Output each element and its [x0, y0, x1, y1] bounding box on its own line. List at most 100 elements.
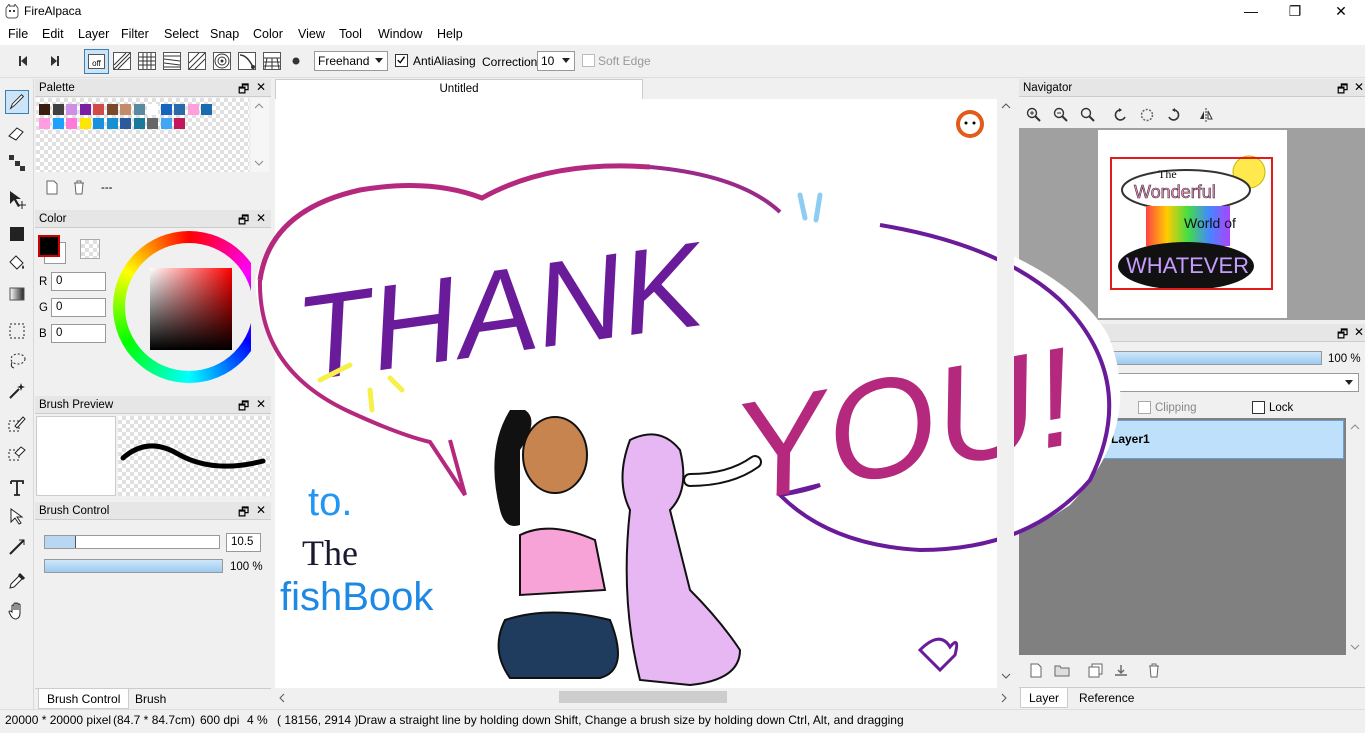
rotate-reset-icon[interactable]: [1139, 107, 1155, 123]
palette-swatch[interactable]: [147, 104, 158, 115]
snap-grid-icon[interactable]: [137, 51, 157, 71]
dot-tool-icon[interactable]: [5, 151, 29, 175]
menu-snap[interactable]: Snap: [210, 27, 239, 41]
rotate-left-icon[interactable]: [1113, 107, 1129, 123]
palette-swatch[interactable]: [39, 104, 50, 115]
close-window-button[interactable]: ✕: [1318, 0, 1364, 23]
zoom-fit-icon[interactable]: [1080, 107, 1096, 123]
menu-view[interactable]: View: [298, 27, 325, 41]
palette-swatch[interactable]: [93, 118, 104, 129]
scroll-left-icon[interactable]: [279, 693, 285, 703]
transparent-color-swatch[interactable]: [80, 239, 100, 259]
zoom-out-icon[interactable]: [1053, 107, 1069, 123]
scroll-up-icon[interactable]: [1350, 424, 1360, 430]
menu-select[interactable]: Select: [164, 27, 199, 41]
horizontal-scroll-thumb[interactable]: [559, 691, 727, 703]
vertical-scrollbar[interactable]: [997, 99, 1014, 688]
brush-tool[interactable]: [5, 90, 29, 114]
correction-select[interactable]: 10: [537, 51, 575, 71]
fill-shape-icon[interactable]: [5, 222, 29, 246]
select-eraser-icon[interactable]: [5, 441, 29, 465]
next-icon[interactable]: [44, 51, 64, 71]
palette-swatch[interactable]: [147, 118, 158, 129]
text-icon[interactable]: [5, 476, 29, 500]
close-panel-icon[interactable]: ✕: [1354, 325, 1364, 339]
float-panel-icon[interactable]: 🗗: [1337, 325, 1348, 346]
select-rect-icon[interactable]: [5, 319, 29, 343]
r-input[interactable]: 0: [51, 272, 106, 291]
palette-swatch[interactable]: [106, 104, 118, 115]
snap-concentric-icon[interactable]: [212, 51, 232, 71]
palette-swatch[interactable]: [160, 118, 172, 129]
scroll-down-icon[interactable]: [1001, 673, 1011, 679]
snap-horizontal-icon[interactable]: [162, 51, 182, 71]
horizontal-scrollbar[interactable]: [275, 688, 1014, 706]
menu-file[interactable]: File: [8, 27, 28, 41]
palette-swatch[interactable]: [133, 118, 145, 129]
menu-color[interactable]: Color: [253, 27, 283, 41]
tab-brush[interactable]: Brush: [127, 689, 174, 709]
eyedropper-icon[interactable]: [5, 569, 29, 593]
palette-swatch[interactable]: [174, 118, 185, 129]
snap-perspective-icon[interactable]: [187, 51, 207, 71]
menu-edit[interactable]: Edit: [42, 27, 64, 41]
snap-curve-icon[interactable]: [237, 51, 257, 71]
hand-icon[interactable]: [5, 599, 29, 623]
palette-swatch[interactable]: [133, 104, 145, 115]
scroll-right-icon[interactable]: [1001, 693, 1007, 703]
palette-swatch[interactable]: [187, 104, 199, 115]
palette-swatch[interactable]: [160, 104, 172, 115]
stroke-mode-select[interactable]: Freehand: [314, 51, 388, 71]
palette-swatch[interactable]: [120, 118, 131, 129]
close-panel-icon[interactable]: ✕: [1354, 80, 1364, 94]
palette-swatch[interactable]: [201, 104, 212, 115]
menu-layer[interactable]: Layer: [78, 27, 109, 41]
flip-horizontal-icon[interactable]: [1198, 107, 1214, 123]
document-tab[interactable]: Untitled: [275, 79, 643, 99]
snap-3d-perspective-icon[interactable]: [262, 51, 282, 71]
scroll-up-icon[interactable]: [1001, 103, 1011, 109]
layer-list-scrollbar[interactable]: [1346, 418, 1365, 655]
close-panel-icon[interactable]: ✕: [256, 80, 266, 94]
b-input[interactable]: 0: [51, 324, 106, 343]
zoom-in-icon[interactable]: [1026, 107, 1042, 123]
minimize-button[interactable]: —: [1228, 0, 1274, 23]
magic-wand-icon[interactable]: [5, 379, 29, 403]
g-input[interactable]: 0: [51, 298, 106, 317]
primary-color-swatch[interactable]: [38, 235, 60, 257]
delete-palette-icon[interactable]: [72, 180, 86, 195]
bucket-icon[interactable]: [5, 251, 29, 275]
operation-icon[interactable]: [5, 505, 29, 529]
menu-tool[interactable]: Tool: [339, 27, 362, 41]
palette-swatch[interactable]: [174, 104, 185, 115]
palette-swatch[interactable]: [106, 118, 118, 129]
rotate-right-icon[interactable]: [1165, 107, 1181, 123]
scroll-down-icon[interactable]: [1350, 644, 1360, 650]
snap-parallel-icon[interactable]: [112, 51, 132, 71]
menu-window[interactable]: Window: [378, 27, 422, 41]
lasso-icon[interactable]: [5, 349, 29, 373]
snap-settings-dot-icon[interactable]: [286, 51, 306, 71]
menu-help[interactable]: Help: [437, 27, 463, 41]
new-palette-icon[interactable]: [45, 180, 59, 195]
brush-opacity-slider[interactable]: [44, 559, 223, 573]
palette-swatch[interactable]: [52, 104, 64, 115]
maximize-button[interactable]: ❐: [1272, 0, 1318, 23]
palette-swatch[interactable]: [66, 104, 77, 115]
divide-icon[interactable]: [5, 535, 29, 559]
antialiasing-checkbox[interactable]: [395, 54, 408, 67]
tab-brush-control[interactable]: Brush Control: [38, 689, 130, 709]
select-pen-icon[interactable]: [5, 412, 29, 436]
palette-swatch[interactable]: [66, 118, 77, 129]
palette-swatch[interactable]: [120, 104, 131, 115]
lock-checkbox[interactable]: [1252, 401, 1265, 414]
palette-swatch[interactable]: [39, 118, 50, 129]
brush-size-slider[interactable]: [44, 535, 220, 549]
menu-filter[interactable]: Filter: [121, 27, 149, 41]
scroll-up-icon[interactable]: [254, 103, 264, 109]
palette-swatch[interactable]: [93, 104, 104, 115]
soft-edge-checkbox[interactable]: [582, 54, 595, 67]
gradient-icon[interactable]: [5, 282, 29, 306]
eraser-icon[interactable]: [5, 121, 29, 145]
palette-swatch[interactable]: [52, 118, 64, 129]
